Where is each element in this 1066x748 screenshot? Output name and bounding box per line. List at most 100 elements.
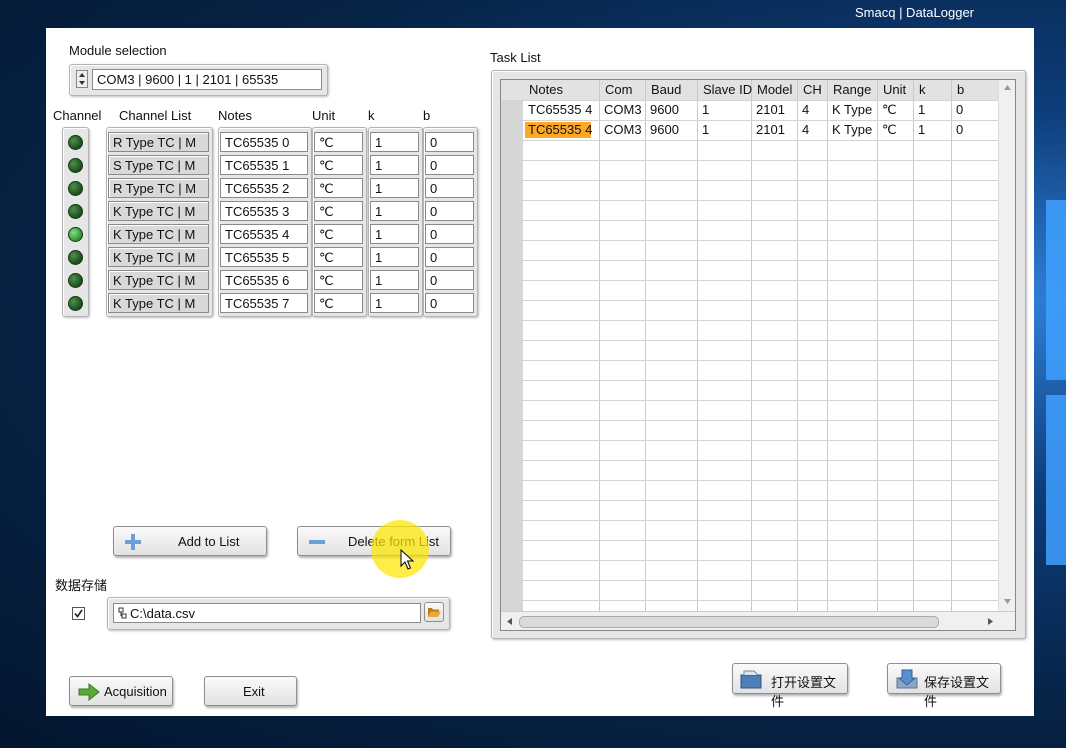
channel-notes-input-3[interactable]: TC65535 3 <box>220 201 308 221</box>
channel-type-select-5[interactable]: K Type TC | M <box>108 247 209 267</box>
task-col-header-4[interactable]: Model <box>757 82 792 97</box>
task-cell[interactable]: 2101 <box>756 122 785 137</box>
channel-notes-input-4[interactable]: TC65535 4 <box>220 224 308 244</box>
vertical-scrollbar[interactable] <box>998 80 1015 611</box>
open-settings-file-button[interactable]: 打开设置文件 <box>732 663 848 709</box>
channel-type-select-0[interactable]: R Type TC | M <box>108 132 209 152</box>
channel-unit-input-4[interactable]: ℃ <box>314 224 363 244</box>
channel-type-select-7[interactable]: K Type TC | M <box>108 293 209 313</box>
channel-type-select-2[interactable]: R Type TC | M <box>108 178 209 198</box>
horizontal-scrollbar[interactable] <box>501 611 1015 630</box>
channel-notes-input-1[interactable]: TC65535 1 <box>220 155 308 175</box>
storage-checkbox[interactable] <box>72 607 85 620</box>
app-panel: Module selection COM3 | 9600 | 1 | 2101 … <box>46 28 1034 716</box>
task-col-header-1[interactable]: Com <box>605 82 632 97</box>
channel-type-select-4[interactable]: K Type TC | M <box>108 224 209 244</box>
task-col-header-9[interactable]: b <box>957 82 964 97</box>
channel-unit-input-1[interactable]: ℃ <box>314 155 363 175</box>
task-cell[interactable]: TC65535 4 <box>528 122 592 137</box>
channel-b-input-7[interactable]: 0 <box>425 293 474 313</box>
task-cell[interactable]: K Type <box>832 102 872 117</box>
channel-b-input-3[interactable]: 0 <box>425 201 474 221</box>
task-col-header-0[interactable]: Notes <box>529 82 563 97</box>
task-cell[interactable]: COM3 <box>604 102 642 117</box>
channel-led-column <box>62 127 89 317</box>
add-to-list-button[interactable]: Add to List <box>113 526 267 556</box>
channel-type-select-6[interactable]: K Type TC | M <box>108 270 209 290</box>
header-notes: Notes <box>218 108 252 123</box>
task-cell[interactable]: 9600 <box>650 102 679 117</box>
channel-unit-input-3[interactable]: ℃ <box>314 201 363 221</box>
channel-b-input-6[interactable]: 0 <box>425 270 474 290</box>
task-col-header-2[interactable]: Baud <box>651 82 681 97</box>
channel-k-input-7[interactable]: 1 <box>370 293 419 313</box>
task-cell[interactable]: TC65535 4 <box>528 102 592 117</box>
task-cell[interactable]: 4 <box>802 102 809 117</box>
task-col-header-6[interactable]: Range <box>833 82 871 97</box>
task-cell[interactable]: 0 <box>956 102 963 117</box>
task-cell[interactable]: 9600 <box>650 122 679 137</box>
task-cell[interactable]: COM3 <box>604 122 642 137</box>
minus-icon <box>309 540 325 544</box>
task-cell[interactable]: K Type <box>832 122 872 137</box>
storage-path-input[interactable]: C:\data.csv <box>113 603 421 623</box>
grid-row-line <box>501 600 998 601</box>
task-cell[interactable]: 1 <box>702 122 709 137</box>
channel-led-0 <box>68 135 83 150</box>
grid-row-line <box>501 340 998 341</box>
task-col-header-7[interactable]: Unit <box>883 82 906 97</box>
channel-b-input-2[interactable]: 0 <box>425 178 474 198</box>
channel-b-input-4[interactable]: 0 <box>425 224 474 244</box>
save-settings-file-button[interactable]: 保存设置文件 <box>887 663 1001 709</box>
channel-unit-input-0[interactable]: ℃ <box>314 132 363 152</box>
channel-k-input-1[interactable]: 1 <box>370 155 419 175</box>
channel-notes-input-0[interactable]: TC65535 0 <box>220 132 308 152</box>
grid-row-line <box>501 140 998 141</box>
module-spinner[interactable] <box>76 70 88 88</box>
channel-k-input-4[interactable]: 1 <box>370 224 419 244</box>
channel-notes-input-6[interactable]: TC65535 6 <box>220 270 308 290</box>
task-col-header-3[interactable]: Slave ID <box>703 82 752 97</box>
acquisition-button[interactable]: Acquisition <box>69 676 173 706</box>
channel-notes-input-2[interactable]: TC65535 2 <box>220 178 308 198</box>
channel-notes-input-5[interactable]: TC65535 5 <box>220 247 308 267</box>
channel-type-select-3[interactable]: K Type TC | M <box>108 201 209 221</box>
window-title: Smacq | DataLogger <box>855 5 974 20</box>
channel-b-input-5[interactable]: 0 <box>425 247 474 267</box>
task-cell[interactable]: 1 <box>918 122 925 137</box>
channel-k-input-6[interactable]: 1 <box>370 270 419 290</box>
channel-k-input-0[interactable]: 1 <box>370 132 419 152</box>
save-file-icon <box>896 669 918 689</box>
channel-unit-input-5[interactable]: ℃ <box>314 247 363 267</box>
storage-path-frame: C:\data.csv <box>107 597 450 630</box>
channel-k-input-3[interactable]: 1 <box>370 201 419 221</box>
scroll-up-icon <box>1004 85 1011 90</box>
task-cell[interactable]: 4 <box>802 122 809 137</box>
horizontal-scroll-thumb[interactable] <box>519 616 939 628</box>
channel-notes-input-7[interactable]: TC65535 7 <box>220 293 308 313</box>
channel-unit-input-6[interactable]: ℃ <box>314 270 363 290</box>
channel-unit-input-2[interactable]: ℃ <box>314 178 363 198</box>
channel-k-input-5[interactable]: 1 <box>370 247 419 267</box>
task-col-header-8[interactable]: k <box>919 82 926 97</box>
delete-from-list-button[interactable]: Delete form List <box>297 526 451 556</box>
module-selection-frame: COM3 | 9600 | 1 | 2101 | 65535 <box>69 64 328 96</box>
channel-k-input-2[interactable]: 1 <box>370 178 419 198</box>
task-list-table[interactable]: Notes Com Baud Slave ID Model CH Range Unit k b TC… <box>500 79 1016 631</box>
task-cell[interactable]: ℃ <box>882 122 897 138</box>
module-selection-label: Module selection <box>69 43 167 58</box>
task-cell[interactable]: 1 <box>918 102 925 117</box>
task-cell[interactable]: 2101 <box>756 102 785 117</box>
module-selection-value[interactable]: COM3 | 9600 | 1 | 2101 | 65535 <box>92 69 322 90</box>
exit-button[interactable]: Exit <box>204 676 297 706</box>
header-b: b <box>423 108 431 123</box>
channel-b-input-0[interactable]: 0 <box>425 132 474 152</box>
channel-unit-input-7[interactable]: ℃ <box>314 293 363 313</box>
channel-type-select-1[interactable]: S Type TC | M <box>108 155 209 175</box>
browse-folder-button[interactable] <box>424 602 444 622</box>
channel-b-input-1[interactable]: 0 <box>425 155 474 175</box>
task-cell[interactable]: ℃ <box>882 102 897 118</box>
task-cell[interactable]: 1 <box>702 102 709 117</box>
task-col-header-5[interactable]: CH <box>803 82 822 97</box>
task-cell[interactable]: 0 <box>956 122 963 137</box>
